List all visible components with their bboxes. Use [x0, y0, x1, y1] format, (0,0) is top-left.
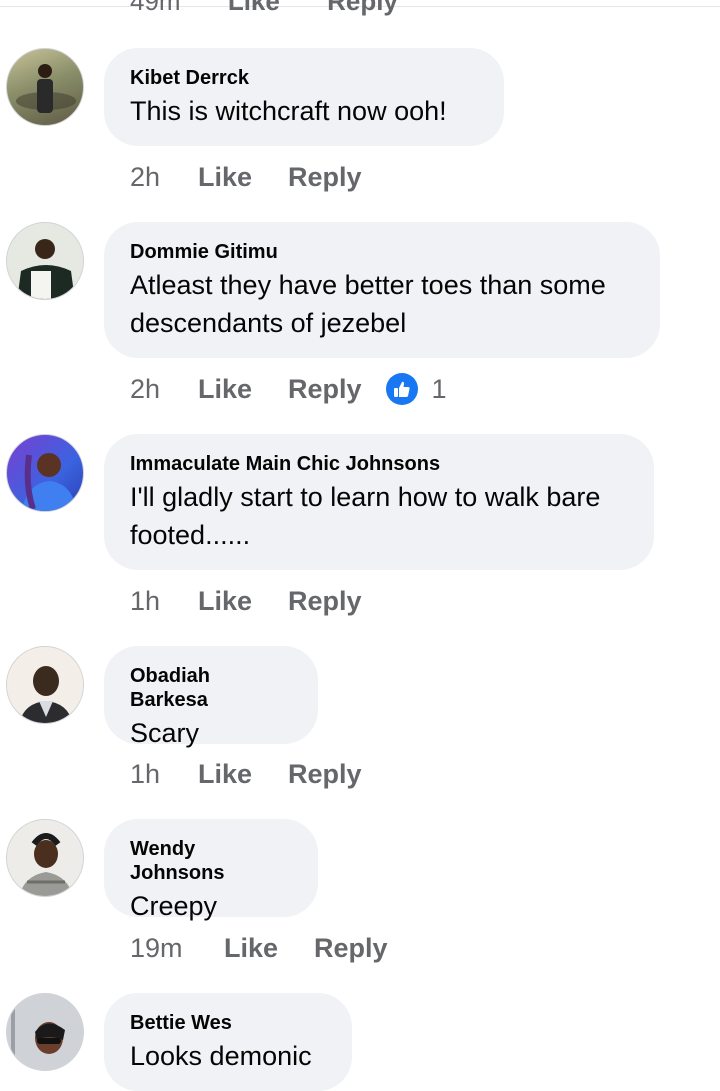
- comment-time: 1h: [130, 586, 161, 616]
- comment-time: 19m: [130, 933, 183, 963]
- commenter-name[interactable]: Obadiah Barkesa: [130, 664, 292, 712]
- commenter-name[interactable]: Wendy Johnsons: [130, 837, 292, 885]
- commenter-name[interactable]: Immaculate Main Chic Johnsons: [130, 452, 628, 476]
- comment-time: 1h: [130, 759, 161, 789]
- thumbs-up-icon: [385, 373, 418, 405]
- comment-actions: 1h Like Reply: [130, 585, 362, 617]
- comment-bubble: Obadiah Barkesa Scary: [104, 646, 318, 748]
- comment-actions: 2h Like Reply 1: [130, 373, 447, 405]
- avatar[interactable]: [6, 222, 84, 300]
- avatar[interactable]: [6, 993, 84, 1071]
- comment-bubble: Dommie Gitimu Atleast they have better t…: [104, 222, 660, 358]
- reply-link[interactable]: Reply: [327, 0, 398, 16]
- reaction-count: 1: [431, 374, 447, 404]
- comment-time: 2h: [130, 374, 161, 404]
- avatar[interactable]: [6, 48, 84, 126]
- comment-text-line: descendants of jezebel: [130, 308, 407, 338]
- comment-text: Scary: [130, 718, 200, 748]
- reply-link[interactable]: Reply: [288, 758, 362, 790]
- reply-link[interactable]: Reply: [288, 161, 362, 193]
- comment-actions: 2h Like Reply: [130, 161, 362, 193]
- like-link[interactable]: Like: [198, 585, 288, 617]
- reply-link[interactable]: Reply: [314, 932, 388, 964]
- comment-time: 2h: [130, 162, 161, 192]
- comment-bubble: Immaculate Main Chic Johnsons I'll gladl…: [104, 434, 654, 570]
- like-link[interactable]: Like: [224, 932, 314, 964]
- commenter-name[interactable]: Kibet Derrck: [130, 66, 478, 90]
- commenter-name[interactable]: Dommie Gitimu: [130, 240, 634, 264]
- comment-text: Looks demonic: [130, 1041, 312, 1071]
- avatar[interactable]: [6, 646, 84, 724]
- avatar[interactable]: [6, 819, 84, 897]
- like-link[interactable]: Like: [198, 373, 288, 405]
- comment-bubble: Bettie Wes Looks demonic: [104, 993, 352, 1091]
- comment-actions: 19m Like Reply: [130, 932, 388, 964]
- like-link[interactable]: Like: [228, 0, 280, 16]
- reply-link[interactable]: Reply: [288, 373, 362, 405]
- like-link[interactable]: Like: [198, 161, 288, 193]
- comment-bubble: Kibet Derrck This is witchcraft now ooh!: [104, 48, 504, 146]
- comment-text-line: Atleast they have better toes than some: [130, 270, 606, 300]
- avatar[interactable]: [6, 434, 84, 512]
- reply-link[interactable]: Reply: [288, 585, 362, 617]
- comment-text-line: I'll gladly start to learn how to walk b…: [130, 482, 601, 512]
- comment-actions: 1h Like Reply: [130, 758, 362, 790]
- like-link[interactable]: Like: [198, 758, 288, 790]
- comment-time: 49m: [130, 0, 181, 16]
- previous-comment-actions: 49m Like Reply: [130, 0, 438, 17]
- comment-bubble: Wendy Johnsons Creepy: [104, 819, 318, 921]
- reaction-summary[interactable]: 1: [385, 373, 447, 405]
- comment-text-line: footed......: [130, 520, 251, 550]
- comment-text: This is witchcraft now ooh!: [130, 96, 447, 126]
- comment-text: Creepy: [130, 891, 218, 921]
- commenter-name[interactable]: Bettie Wes: [130, 1011, 326, 1035]
